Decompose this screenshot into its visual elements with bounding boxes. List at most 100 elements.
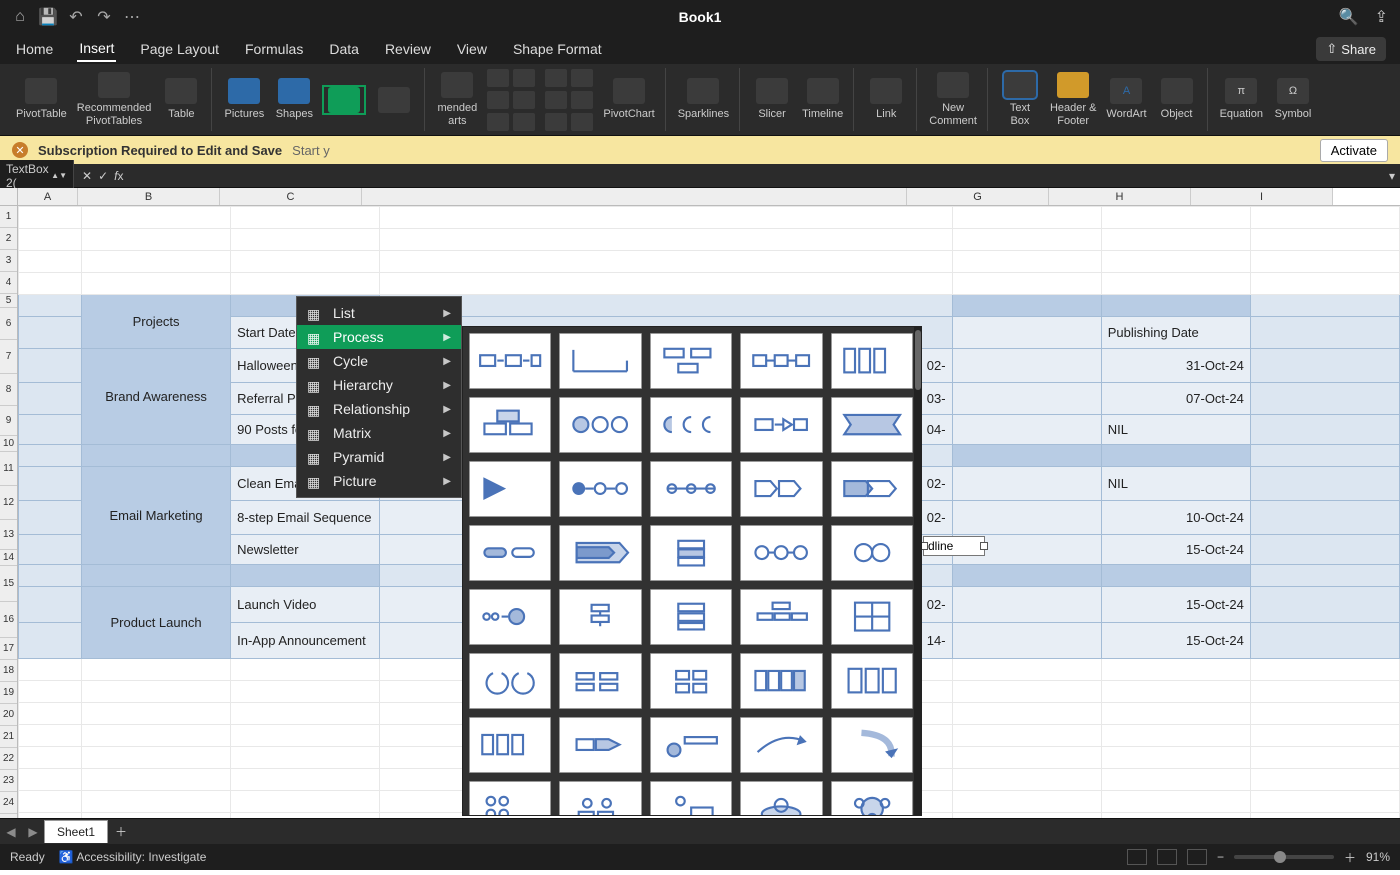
row-header[interactable]: 20 [0, 704, 17, 726]
row-header[interactable]: 10 [0, 436, 17, 452]
smartart-thumb[interactable] [559, 461, 641, 517]
sheet-prev-button[interactable]: ◀ [0, 825, 22, 839]
smartart-thumb[interactable] [740, 717, 822, 773]
smartart-thumb[interactable] [559, 589, 641, 645]
fx-icon[interactable]: fx [114, 169, 123, 183]
pivotchart-button[interactable]: PivotChart [603, 78, 654, 120]
row-header[interactable]: 16 [0, 602, 17, 638]
save-icon[interactable]: 💾 [40, 9, 56, 25]
share-button[interactable]: ⇧Share [1316, 37, 1386, 61]
pivottable-button[interactable]: PivotTable [16, 78, 67, 120]
link-button[interactable]: Link [866, 78, 906, 120]
redo-icon[interactable]: ↷ [96, 9, 112, 25]
table-button[interactable]: Table [161, 78, 201, 120]
recommended-charts-button[interactable]: mended arts [437, 72, 477, 126]
row-header[interactable]: 7 [0, 340, 17, 374]
smartart-button[interactable] [324, 87, 364, 113]
tab-view[interactable]: View [455, 37, 489, 61]
col-header-b[interactable]: B [78, 188, 220, 205]
recommended-pivottables-button[interactable]: Recommended PivotTables [77, 72, 152, 126]
smartart-thumb[interactable] [740, 653, 822, 709]
smartart-thumb[interactable] [831, 589, 913, 645]
enter-formula-icon[interactable]: ✓ [98, 169, 108, 183]
row-header[interactable]: 6 [0, 308, 17, 340]
smartart-thumb[interactable] [469, 397, 551, 453]
smartart-thumb[interactable] [650, 461, 732, 517]
row-header[interactable]: 13 [0, 520, 17, 550]
row-header[interactable]: 12 [0, 486, 17, 520]
col-header-g[interactable]: G [907, 188, 1049, 205]
search-icon[interactable]: 🔍 [1339, 7, 1359, 27]
smartart-thumb[interactable] [469, 781, 551, 816]
row-header[interactable]: 11 [0, 452, 17, 486]
timeline-button[interactable]: Timeline [802, 78, 843, 120]
smartart-thumb[interactable] [559, 397, 641, 453]
gallery-scrollbar[interactable] [914, 326, 922, 816]
zoom-in-button[interactable]: ＋ [1344, 849, 1356, 866]
add-sheet-button[interactable]: ＋ [108, 823, 134, 840]
col-header-i[interactable]: I [1191, 188, 1333, 205]
share-indicator-icon[interactable]: ⇪ [1375, 7, 1388, 27]
smartart-thumb[interactable] [831, 781, 913, 816]
smartart-thumb[interactable] [469, 589, 551, 645]
smartart-thumb[interactable] [650, 525, 732, 581]
sparklines-button[interactable]: Sparklines [678, 78, 729, 120]
smartart-category-matrix[interactable]: ▦Matrix▶ [297, 421, 461, 445]
textbox-button[interactable]: Text Box [1000, 72, 1040, 126]
smartart-category-list[interactable]: ▦List▶ [297, 301, 461, 325]
row-header[interactable]: 17 [0, 638, 17, 660]
chart-type-buttons[interactable] [487, 69, 535, 131]
smartart-category-cycle[interactable]: ▦Cycle▶ [297, 349, 461, 373]
sheet-next-button[interactable]: ▶ [22, 825, 44, 839]
tab-formulas[interactable]: Formulas [243, 37, 305, 61]
row-header[interactable]: 21 [0, 726, 17, 748]
row-header[interactable]: 2 [0, 228, 17, 250]
row-header[interactable]: 24 [0, 792, 17, 814]
row-header[interactable]: 18 [0, 660, 17, 682]
name-box[interactable]: TextBox 2(▲▼ [0, 160, 74, 192]
smartart-thumb[interactable] [469, 525, 551, 581]
equation-button[interactable]: πEquation [1220, 78, 1263, 120]
smartart-thumb[interactable] [559, 653, 641, 709]
smartart-thumb[interactable] [831, 717, 913, 773]
home-icon[interactable]: ⌂ [12, 9, 28, 25]
screenshot-button[interactable] [374, 87, 414, 113]
col-header-h[interactable]: H [1049, 188, 1191, 205]
smartart-thumb[interactable] [650, 653, 732, 709]
tab-home[interactable]: Home [14, 37, 55, 61]
row-header[interactable]: 15 [0, 566, 17, 602]
smartart-category-hierarchy[interactable]: ▦Hierarchy▶ [297, 373, 461, 397]
zoom-out-button[interactable]: − [1217, 850, 1224, 864]
undo-icon[interactable]: ↶ [68, 9, 84, 25]
row-header[interactable]: 8 [0, 374, 17, 406]
pictures-button[interactable]: Pictures [224, 78, 264, 120]
smartart-thumb[interactable] [740, 397, 822, 453]
smartart-category-picture[interactable]: ▦Picture▶ [297, 469, 461, 493]
floating-textbox[interactable]: dline [923, 536, 985, 556]
row-header[interactable]: 25 [0, 814, 17, 818]
row-header[interactable]: 19 [0, 682, 17, 704]
row-header[interactable]: 22 [0, 748, 17, 770]
sheet-tab[interactable]: Sheet1 [44, 820, 108, 843]
smartart-thumb[interactable] [650, 397, 732, 453]
zoom-percent[interactable]: 91% [1366, 850, 1390, 864]
smartart-thumb[interactable] [740, 781, 822, 816]
shapes-button[interactable]: Shapes [274, 78, 314, 120]
row-header[interactable]: 4 [0, 272, 17, 294]
smartart-thumb[interactable] [559, 525, 641, 581]
tab-shape-format[interactable]: Shape Format [511, 37, 604, 61]
smartart-thumb[interactable] [650, 781, 732, 816]
smartart-thumb[interactable] [831, 397, 913, 453]
name-box-stepper-icon[interactable]: ▲▼ [51, 171, 67, 180]
symbol-button[interactable]: ΩSymbol [1273, 78, 1313, 120]
activate-button[interactable]: Activate [1320, 139, 1388, 162]
row-header[interactable]: 23 [0, 770, 17, 792]
tab-review[interactable]: Review [383, 37, 433, 61]
cancel-formula-icon[interactable]: ✕ [82, 169, 92, 183]
view-page-layout-button[interactable] [1157, 849, 1177, 865]
select-all-corner[interactable] [0, 188, 18, 205]
row-header[interactable]: 5 [0, 294, 17, 308]
smartart-category-pyramid[interactable]: ▦Pyramid▶ [297, 445, 461, 469]
smartart-thumb[interactable] [740, 589, 822, 645]
smartart-thumb[interactable] [650, 589, 732, 645]
